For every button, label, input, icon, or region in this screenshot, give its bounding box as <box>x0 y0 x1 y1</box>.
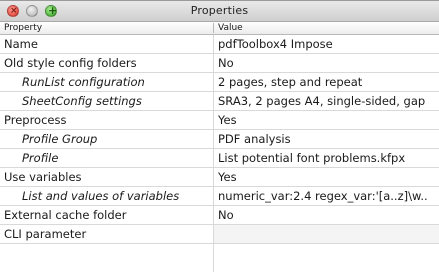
property-name: Profile <box>22 151 59 165</box>
property-value[interactable]: numeric_var:2.4 regex_var:'[a..z]\w.. <box>218 187 439 206</box>
property-value[interactable]: Yes <box>218 168 439 187</box>
properties-window: × + Properties Property Value Name pdfTo… <box>0 0 439 272</box>
property-name: Old style config folders <box>4 56 137 70</box>
property-name: Use variables <box>4 170 82 184</box>
property-value[interactable]: List potential font problems.kfpx <box>218 149 439 168</box>
titlebar: × + Properties <box>0 1 439 22</box>
table-row[interactable]: CLI parameter <box>0 225 439 244</box>
property-value[interactable]: No <box>218 54 439 73</box>
property-value[interactable]: pdfToolbox4 Impose <box>218 35 439 54</box>
column-header-property[interactable]: Property <box>4 22 42 34</box>
property-value[interactable]: PDF analysis <box>218 130 439 149</box>
property-name: SheetConfig settings <box>22 94 142 108</box>
property-name: CLI parameter <box>4 227 87 241</box>
property-value[interactable]: 2 pages, step and repeat <box>218 73 439 92</box>
properties-table: Property Value Name pdfToolbox4 Impose O… <box>0 22 439 272</box>
property-value[interactable]: SRA3, 2 pages A4, single-sided, gap <box>218 92 439 111</box>
table-row[interactable]: External cache folder No <box>0 206 439 225</box>
column-header-value[interactable]: Value <box>218 22 243 34</box>
property-name: Preprocess <box>4 113 67 127</box>
table-header: Property Value <box>0 22 439 35</box>
table-row[interactable]: Preprocess Yes <box>0 111 439 130</box>
property-name: Profile Group <box>22 132 98 146</box>
table-row[interactable]: Profile List potential font problems.kfp… <box>0 149 439 168</box>
empty-value-cell[interactable] <box>214 225 439 243</box>
property-name: External cache folder <box>4 208 127 222</box>
window-title: Properties <box>190 4 249 17</box>
table-row[interactable]: Use variables Yes <box>0 168 439 187</box>
property-name: Name <box>4 37 38 51</box>
table-row[interactable]: Profile Group PDF analysis <box>0 130 439 149</box>
table-row[interactable]: Old style config folders No <box>0 54 439 73</box>
table-row[interactable]: SheetConfig settings SRA3, 2 pages A4, s… <box>0 92 439 111</box>
table-row[interactable]: List and values of variables numeric_var… <box>0 187 439 206</box>
property-value[interactable]: Yes <box>218 111 439 130</box>
header-separator[interactable] <box>213 23 214 33</box>
property-name: List and values of variables <box>22 189 180 203</box>
table-row[interactable]: RunList configuration 2 pages, step and … <box>0 73 439 92</box>
property-name: RunList configuration <box>22 75 145 89</box>
property-value[interactable]: No <box>218 206 439 225</box>
table-row[interactable]: Name pdfToolbox4 Impose <box>0 35 439 54</box>
